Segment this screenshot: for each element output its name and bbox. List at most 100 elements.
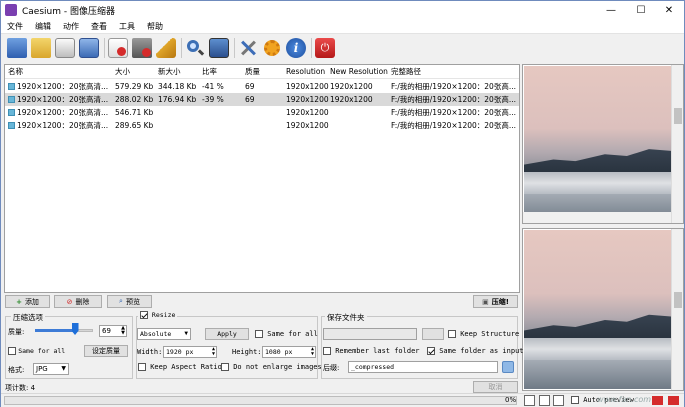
checkbox[interactable] <box>571 396 579 404</box>
quality-slider-fill <box>35 329 76 332</box>
table-row[interactable]: 1920×1200：20张高清... 546.71 Kb 1920x1200 F:/我… <box>5 106 519 119</box>
checkbox[interactable] <box>448 330 456 338</box>
save-as-icon[interactable] <box>79 38 99 58</box>
column-header[interactable]: 新大小 <box>158 65 181 79</box>
cancel-button[interactable]: 取消 <box>473 381 518 393</box>
exit-icon[interactable]: ⏻ <box>315 38 335 58</box>
clean-icon[interactable] <box>156 38 176 58</box>
info-icon[interactable]: i <box>286 38 306 58</box>
toolbar-separator <box>104 38 105 58</box>
scrollbar[interactable] <box>671 229 683 390</box>
table-row[interactable]: 1920×1200：20张高清... 289.65 Kb 1920x1200 F:/我… <box>5 119 519 132</box>
settings-icon[interactable] <box>238 38 258 58</box>
table-cell-path: F:/我的相册/1920×1200：20张高... <box>391 121 516 130</box>
resize-mode-select[interactable]: Absolute ▼ <box>137 328 191 340</box>
delete-button[interactable]: ⊘ 删除 <box>54 295 102 308</box>
set-quality-button[interactable]: 设定质量 <box>84 345 128 357</box>
browse-button[interactable] <box>422 328 444 340</box>
column-header[interactable]: 大小 <box>115 65 130 79</box>
checkbox[interactable] <box>140 311 148 319</box>
zoom-out-icon[interactable] <box>652 396 663 405</box>
format-select[interactable]: JPG ▼ <box>33 363 69 375</box>
search-icon[interactable] <box>185 38 205 58</box>
menu-tools[interactable]: 工具 <box>113 21 141 32</box>
resize-same-for-all[interactable]: Same for all <box>255 330 318 338</box>
add-button[interactable]: + 添加 <box>5 295 50 308</box>
preview-icon[interactable] <box>209 38 229 58</box>
column-header[interactable]: 完整路径 <box>391 65 421 79</box>
title-bar[interactable]: Caesium - 图像压缩器 — ☐ ✕ <box>1 1 684 19</box>
menu-file[interactable]: 文件 <box>1 21 29 32</box>
keep-structure-checkbox[interactable]: Keep Structure <box>448 330 519 338</box>
table-cell-name: 1920×1200：20张高清... <box>17 121 109 130</box>
toolbar-separator <box>181 38 182 58</box>
open-folder-icon[interactable] <box>31 38 51 58</box>
table-row[interactable]: 1920×1200：20张高清... 288.02 Kb 176.94 Kb -39 … <box>5 93 519 106</box>
minimize-icon[interactable]: — <box>596 1 626 19</box>
column-header[interactable]: 质量 <box>245 65 260 79</box>
table-cell-new-resolution: 1920x1200 <box>330 95 373 104</box>
checkbox[interactable] <box>323 347 331 355</box>
menu-edit[interactable]: 编辑 <box>29 21 57 32</box>
column-header[interactable]: New Resolution <box>330 65 388 79</box>
toolbar: i ⏻ <box>1 34 684 62</box>
image-file-icon <box>8 122 15 129</box>
image-file-icon <box>8 109 15 116</box>
scrollbar[interactable] <box>523 212 671 223</box>
open-file-icon[interactable] <box>7 38 27 58</box>
column-header[interactable]: 比率 <box>202 65 217 79</box>
gear-icon[interactable] <box>262 38 282 58</box>
close-icon[interactable]: ✕ <box>654 1 684 19</box>
scrollbar[interactable] <box>671 65 683 223</box>
height-spinbox[interactable]: 1080 px ▲ ▼ <box>262 346 316 358</box>
maximize-icon[interactable]: ☐ <box>626 1 656 19</box>
zoom-icon[interactable] <box>539 395 550 406</box>
checkbox[interactable] <box>221 363 229 371</box>
fit-icon[interactable] <box>524 395 535 406</box>
original-size-icon[interactable] <box>553 395 564 406</box>
clear-icon[interactable] <box>132 38 152 58</box>
save-icon[interactable] <box>55 38 75 58</box>
format-label: 格式: <box>8 366 25 374</box>
progress-value: 0% <box>505 396 517 404</box>
column-header[interactable]: Resolution <box>286 65 325 79</box>
zoom-in-icon[interactable] <box>668 396 679 405</box>
remember-folder-checkbox[interactable]: Remember last folder <box>323 347 420 355</box>
quality-spinbox[interactable]: 69 ▲ ▼ <box>99 325 127 337</box>
apply-button[interactable]: Apply <box>205 328 249 340</box>
refresh-icon[interactable] <box>502 361 514 373</box>
main-window: Caesium - 图像压缩器 — ☐ ✕ 文件 编辑 动作 查看 工具 帮助 … <box>0 0 685 407</box>
remove-icon[interactable] <box>108 38 128 58</box>
image-file-icon <box>8 83 15 90</box>
table-cell-ratio: -39 % <box>202 95 224 104</box>
output-folder-input[interactable] <box>323 328 417 340</box>
checkbox[interactable] <box>138 363 146 371</box>
preview-image <box>524 66 671 222</box>
checkbox[interactable] <box>427 347 435 355</box>
no-enlarge-checkbox[interactable]: Do not enlarge images <box>221 363 322 371</box>
menu-view[interactable]: 查看 <box>85 21 113 32</box>
table-row[interactable]: 1920×1200：20张高清... 579.29 Kb 344.18 Kb -41 … <box>5 80 519 93</box>
width-spinbox[interactable]: 1920 px ▲ ▼ <box>163 346 217 358</box>
menu-help[interactable]: 帮助 <box>141 21 169 32</box>
resize-checkbox[interactable]: Resize <box>138 311 178 319</box>
same-folder-checkbox[interactable]: Same folder as input <box>427 347 524 355</box>
same-for-all-quality[interactable]: Same for all <box>8 347 65 355</box>
keep-aspect-checkbox[interactable]: Keep Aspect Ratio <box>138 363 222 371</box>
checkbox[interactable] <box>255 330 263 338</box>
suffix-input[interactable]: _compressed <box>348 361 498 373</box>
table-cell-name: 1920×1200：20张高清... <box>17 95 109 104</box>
image-file-icon <box>8 96 15 103</box>
app-icon <box>5 4 17 16</box>
checkbox[interactable] <box>8 347 16 355</box>
table-cell-resolution: 1920x1200 <box>286 82 329 91</box>
table-cell-resolution: 1920x1200 <box>286 95 329 104</box>
progress-bar <box>4 396 517 405</box>
column-header[interactable]: 名称 <box>8 65 23 79</box>
table-cell-size: 289.65 Kb <box>115 121 154 130</box>
preview-button[interactable]: ⌕ 预览 <box>107 295 152 308</box>
toolbar-separator <box>234 38 235 58</box>
file-table[interactable]: 名称 大小 新大小 比率 质量 Resolution New Resolutio… <box>4 64 520 293</box>
compress-button[interactable]: ▣ 压缩! <box>473 295 518 308</box>
menu-action[interactable]: 动作 <box>57 21 85 32</box>
